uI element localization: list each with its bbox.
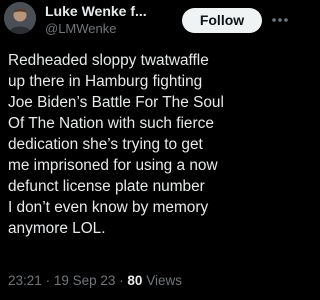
more-options-button[interactable] [268,10,292,30]
tweet-text: Redheaded sloppy twatwaffle up there in … [8,50,292,239]
tweet-text-line: Joe Biden’s Battle For The Soul [8,94,224,111]
follow-button[interactable]: Follow [182,8,262,33]
author-display-name[interactable]: Luke Wenke f... [45,3,155,20]
tweet-text-line: anymore LOL. [8,220,106,237]
author-handle[interactable]: @LMWenke [45,21,116,37]
tweet-text-line: defunct license plate number [8,178,205,195]
meta-separator: · [119,273,124,288]
tweet-text-line: me imprisoned for using a now [8,157,218,174]
tweet: Luke Wenke f... @LMWenke Follow Redheade… [0,0,296,300]
meta-separator: · [45,273,51,288]
tweet-text-line: Of The Nation with such fierce [8,115,214,132]
tweet-time[interactable]: 23:21 [8,273,42,288]
tweet-text-line: up there in Hamburg fighting [8,73,203,90]
avatar-image [4,2,36,34]
more-horizontal-icon [272,18,288,22]
tweet-text-line: I don’t even know by memory [8,199,209,216]
tweet-text-line: Redheaded sloppy twatwaffle [8,52,209,69]
tweet-text-line: dedication she’s trying to get [8,136,203,153]
views-count: 80 [127,273,143,288]
avatar[interactable] [4,2,36,34]
views-label: Views [146,273,182,288]
tweet-meta: 23:21 · 19 Sep 23 · 80 Views [8,272,182,289]
tweet-date[interactable]: 19 Sep 23 [54,273,116,288]
